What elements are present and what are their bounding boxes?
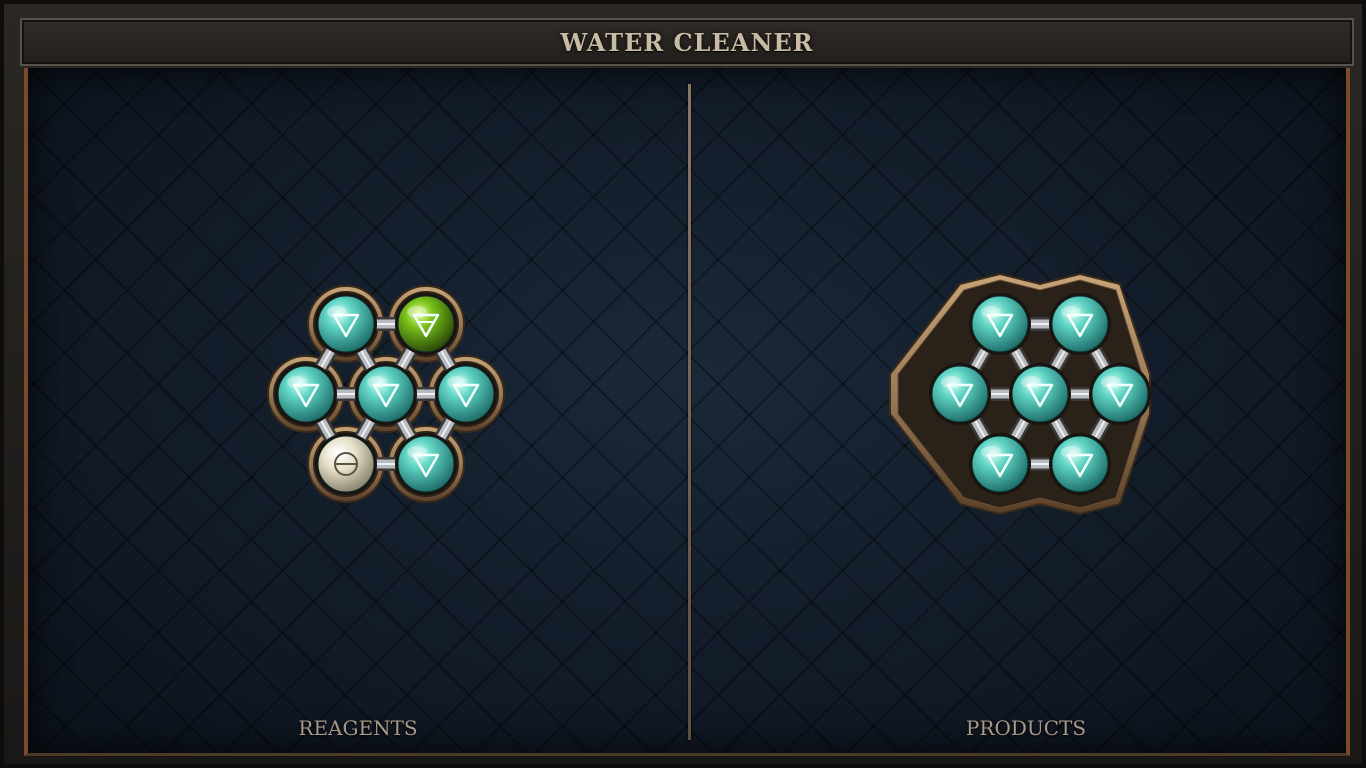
atom-water[interactable] (929, 363, 991, 425)
atom-orb (931, 365, 989, 423)
atom-orb (397, 435, 455, 493)
atom-orb (1051, 435, 1109, 493)
atom-orb (437, 365, 495, 423)
atom-water[interactable] (275, 363, 337, 425)
reagents-label: REAGENTS (298, 716, 418, 740)
atom-orb (397, 295, 455, 353)
game-window: WATER CLEANER REAGENTS PRODUCTS (0, 0, 1366, 768)
panel-divider (688, 84, 691, 740)
atom-orb (1091, 365, 1149, 423)
reagent-molecule[interactable] (236, 274, 505, 514)
atom-water[interactable] (435, 363, 497, 425)
atom-water[interactable] (355, 363, 417, 425)
puzzle-title: WATER CLEANER (560, 27, 814, 57)
atom-orb (971, 295, 1029, 353)
atom-salt[interactable] (315, 433, 377, 495)
product-molecule[interactable] (889, 272, 1151, 516)
atom-orb (971, 435, 1029, 493)
atom-orb (277, 365, 335, 423)
atom-orb (1011, 365, 1069, 423)
atom-orb (1051, 295, 1109, 353)
atom-water[interactable] (395, 433, 457, 495)
atom-water[interactable] (969, 433, 1031, 495)
atom-orb (317, 295, 375, 353)
atom-orb (357, 365, 415, 423)
title-bar: WATER CLEANER (20, 18, 1354, 66)
products-label: PRODUCTS (965, 716, 1087, 740)
puzzle-panel: REAGENTS PRODUCTS (24, 68, 1350, 756)
atom-salt-tinged-water[interactable] (395, 293, 457, 355)
atom-water[interactable] (1009, 363, 1071, 425)
atom-water[interactable] (315, 293, 377, 355)
atom-water[interactable] (1049, 433, 1111, 495)
atom-water[interactable] (1049, 293, 1111, 355)
atom-water[interactable] (1089, 363, 1151, 425)
atom-water[interactable] (969, 293, 1031, 355)
